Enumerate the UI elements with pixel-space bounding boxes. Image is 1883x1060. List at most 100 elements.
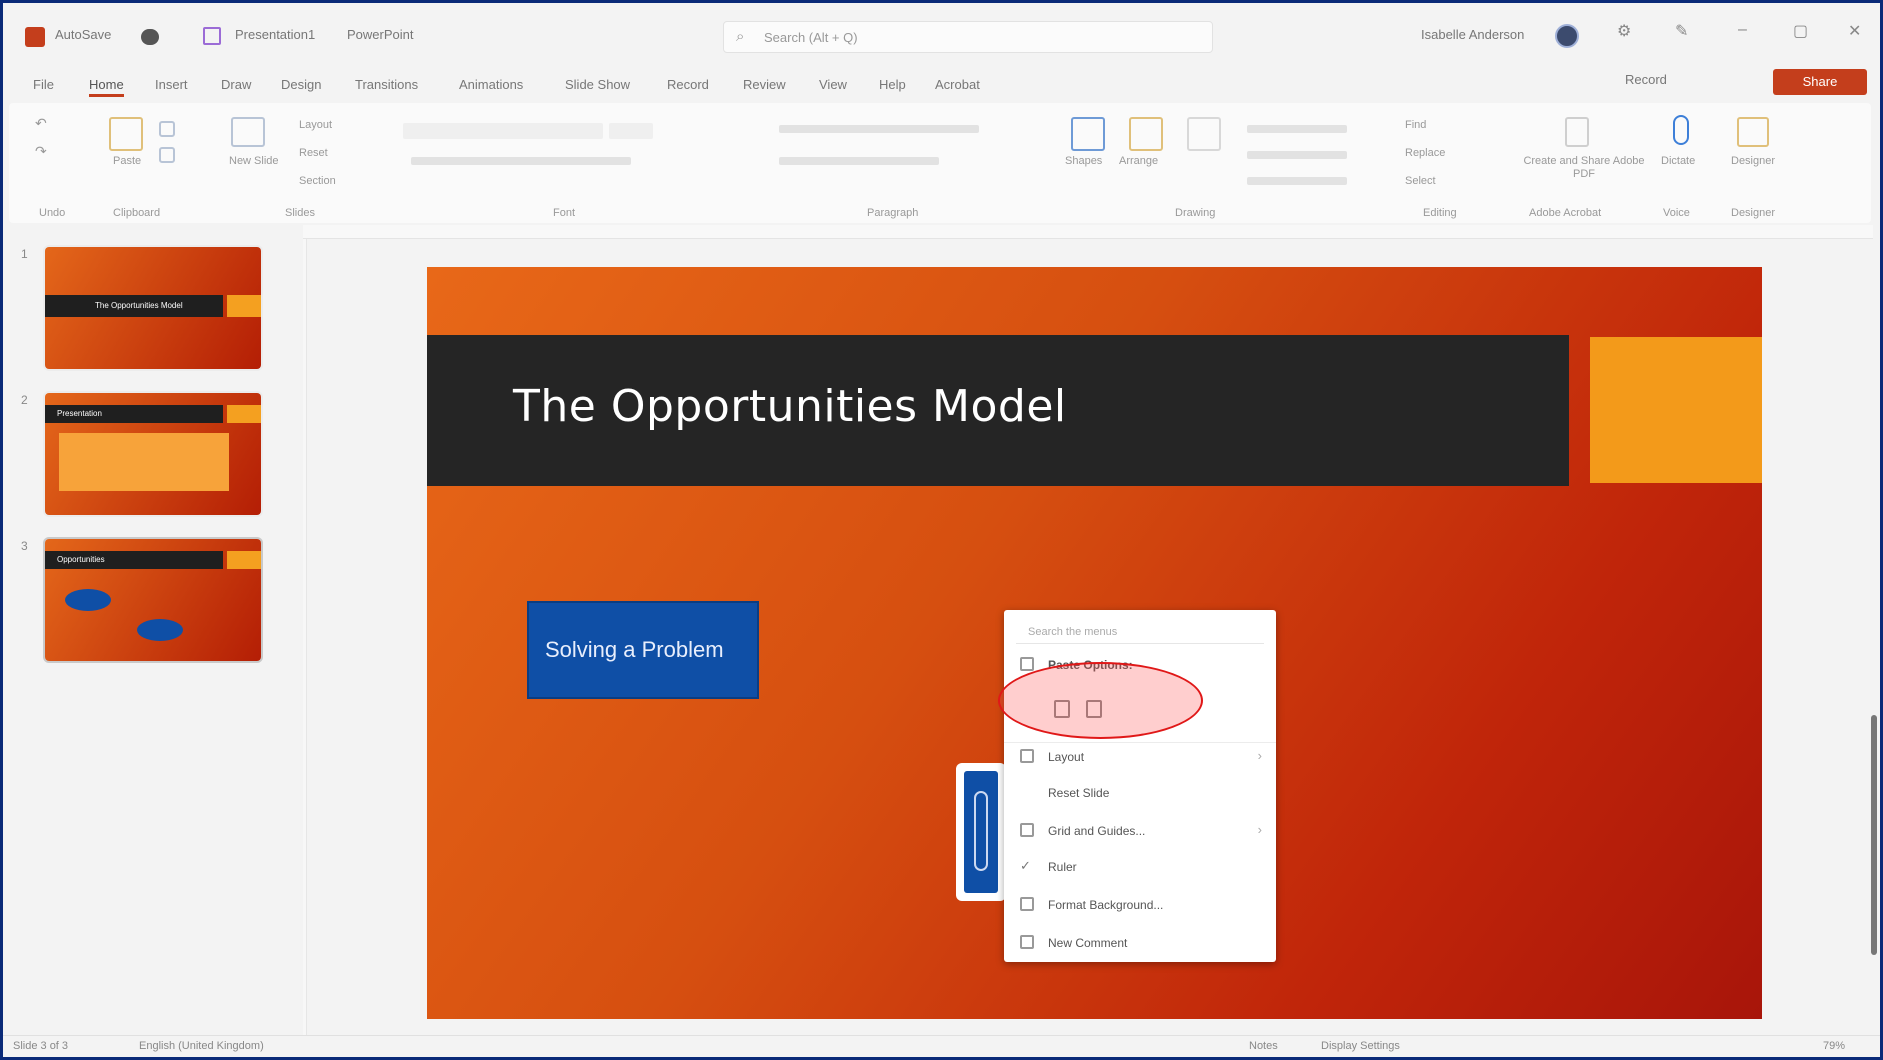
group-label-paragraph: Paragraph bbox=[867, 207, 919, 219]
menu-item-new-comment[interactable]: New Comment bbox=[1004, 928, 1276, 958]
reset-button[interactable]: Reset bbox=[299, 147, 328, 159]
create-pdf-label: Create and Share Adobe PDF bbox=[1523, 155, 1645, 180]
group-label-designer: Designer bbox=[1731, 207, 1776, 219]
quick-styles-icon[interactable] bbox=[1187, 117, 1221, 151]
chevron-right-icon: › bbox=[1257, 822, 1262, 837]
shape-effects-button[interactable] bbox=[1247, 177, 1347, 185]
thumbnail-title-3: Opportunities bbox=[57, 555, 105, 564]
adobe-pdf-icon[interactable] bbox=[1565, 117, 1589, 147]
tab-transitions[interactable]: Transitions bbox=[355, 77, 418, 92]
pen-icon[interactable]: ✎ bbox=[1675, 21, 1688, 41]
tab-slide-show[interactable]: Slide Show bbox=[565, 77, 630, 92]
thumbnail-number-1: 1 bbox=[21, 247, 28, 261]
tab-file[interactable]: File bbox=[33, 77, 54, 92]
search-icon: ⌕ bbox=[736, 28, 745, 45]
group-label-undo: Undo bbox=[39, 207, 66, 219]
paragraph-align-buttons[interactable] bbox=[779, 157, 939, 165]
paragraph-list-buttons[interactable] bbox=[779, 125, 979, 133]
tab-record[interactable]: Record bbox=[667, 77, 709, 92]
chevron-right-icon: › bbox=[1257, 748, 1262, 763]
tab-draw[interactable]: Draw bbox=[221, 77, 251, 92]
shapes-icon[interactable] bbox=[1071, 117, 1105, 151]
minimize-icon[interactable]: – bbox=[1738, 21, 1747, 39]
shape-outline-button[interactable] bbox=[1247, 151, 1347, 159]
vertical-scrollbar[interactable] bbox=[1869, 239, 1880, 1039]
arrange-label: Arrange bbox=[1119, 155, 1159, 167]
close-icon[interactable]: ✕ bbox=[1848, 21, 1861, 41]
font-name-select[interactable] bbox=[403, 123, 603, 139]
tab-view[interactable]: View bbox=[819, 77, 847, 92]
slide-title[interactable]: The Opportunities Model bbox=[513, 381, 1067, 432]
slide-thumbnail-2[interactable]: Presentation bbox=[45, 393, 261, 515]
zoom-level[interactable]: 79% bbox=[1823, 1040, 1845, 1052]
ribbon-tabs: File Home Insert Draw Design Transitions… bbox=[3, 67, 1880, 103]
solving-problem-shape[interactable]: Solving a Problem bbox=[527, 601, 759, 699]
arrange-icon[interactable] bbox=[1129, 117, 1163, 151]
scrollbar-thumb[interactable] bbox=[1871, 715, 1877, 955]
tab-review[interactable]: Review bbox=[743, 77, 786, 92]
shape-fill-button[interactable] bbox=[1247, 125, 1347, 133]
layout-button[interactable]: Layout bbox=[299, 119, 332, 131]
display-settings-button[interactable]: Display Settings bbox=[1321, 1040, 1400, 1052]
menu-item-layout[interactable]: Layout › bbox=[1004, 742, 1276, 772]
autosave-toggle[interactable] bbox=[141, 29, 159, 45]
notes-button[interactable]: Notes bbox=[1249, 1040, 1278, 1052]
find-button[interactable]: Find bbox=[1405, 119, 1426, 131]
new-slide-label: New Slide bbox=[229, 155, 279, 167]
check-icon: ✓ bbox=[1020, 858, 1031, 873]
search-box[interactable]: ⌕ Search (Alt + Q) bbox=[723, 21, 1213, 53]
menu-item-reset-slide[interactable]: Reset Slide bbox=[1004, 778, 1276, 808]
redo-icon[interactable]: ↷ bbox=[35, 143, 47, 160]
tab-design[interactable]: Design bbox=[281, 77, 321, 92]
group-label-slides: Slides bbox=[285, 207, 315, 219]
tab-home[interactable]: Home bbox=[89, 77, 124, 97]
restore-icon[interactable]: ▢ bbox=[1793, 21, 1808, 41]
settings-icon[interactable]: ⚙ bbox=[1617, 21, 1631, 41]
tab-help[interactable]: Help bbox=[879, 77, 906, 92]
record-button[interactable]: Record bbox=[1625, 72, 1667, 87]
menu-item-grid-guides[interactable]: Grid and Guides... › bbox=[1004, 816, 1276, 846]
menu-item-format-background[interactable]: Format Background... bbox=[1004, 890, 1276, 920]
thumbnail-title-1: The Opportunities Model bbox=[95, 301, 183, 310]
dictate-label: Dictate bbox=[1661, 155, 1696, 167]
share-button[interactable]: Share bbox=[1773, 69, 1867, 95]
powerpoint-logo-icon bbox=[25, 27, 45, 47]
tab-acrobat[interactable]: Acrobat bbox=[935, 77, 980, 92]
selected-shape[interactable] bbox=[956, 763, 1006, 901]
slide-thumbnail-3[interactable]: Opportunities bbox=[45, 539, 261, 661]
menu-item-ruler[interactable]: Ruler ✓ bbox=[1004, 852, 1276, 882]
slide-thumbnail-1[interactable]: The Opportunities Model bbox=[45, 247, 261, 369]
avatar[interactable] bbox=[1555, 24, 1579, 48]
select-button[interactable]: Select bbox=[1405, 175, 1436, 187]
user-name[interactable]: Isabelle Anderson bbox=[1421, 27, 1524, 42]
status-bar: Slide 3 of 3 English (United Kingdom) No… bbox=[3, 1035, 1880, 1057]
cut-icon[interactable] bbox=[159, 121, 175, 137]
microphone-icon[interactable] bbox=[1673, 115, 1689, 145]
designer-label: Designer bbox=[1731, 155, 1776, 167]
document-name[interactable]: Presentation1 bbox=[235, 27, 315, 42]
group-label-adobe: Adobe Acrobat bbox=[1529, 207, 1602, 219]
group-label-voice: Voice bbox=[1663, 207, 1690, 219]
format-background-icon bbox=[1020, 897, 1034, 911]
group-label-editing: Editing bbox=[1423, 207, 1457, 219]
save-icon[interactable] bbox=[203, 27, 221, 45]
context-menu-search[interactable]: Search the menus bbox=[1016, 620, 1264, 644]
tab-insert[interactable]: Insert bbox=[155, 77, 188, 92]
designer-icon[interactable] bbox=[1737, 117, 1769, 147]
highlight-annotation bbox=[998, 662, 1203, 739]
tab-animations[interactable]: Animations bbox=[459, 77, 523, 92]
replace-button[interactable]: Replace bbox=[1405, 147, 1445, 159]
thumbnail-number-2: 2 bbox=[21, 393, 28, 407]
font-format-buttons[interactable] bbox=[411, 157, 631, 165]
copy-icon[interactable] bbox=[159, 147, 175, 163]
layout-icon bbox=[1020, 749, 1034, 763]
font-size-select[interactable] bbox=[609, 123, 653, 139]
section-button[interactable]: Section bbox=[299, 175, 336, 187]
undo-icon[interactable]: ↶ bbox=[35, 115, 47, 132]
group-label-drawing: Drawing bbox=[1175, 207, 1216, 219]
slide-indicator: Slide 3 of 3 bbox=[13, 1040, 69, 1052]
clipboard-icon bbox=[1020, 657, 1034, 671]
new-slide-icon[interactable] bbox=[231, 117, 265, 147]
paste-icon[interactable] bbox=[109, 117, 143, 151]
language-indicator[interactable]: English (United Kingdom) bbox=[139, 1040, 264, 1052]
